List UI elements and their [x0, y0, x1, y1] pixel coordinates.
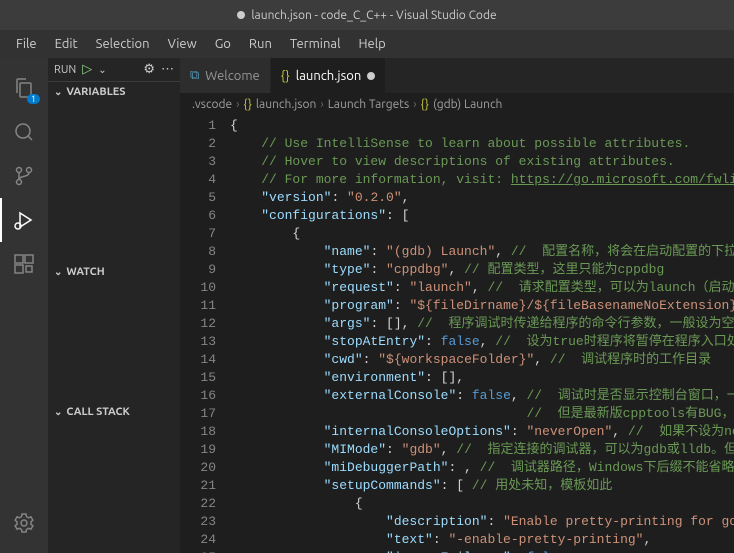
- explorer-badge: 1: [27, 94, 40, 104]
- tab-welcome-label: Welcome: [205, 69, 259, 83]
- bc-file[interactable]: launch.json: [256, 98, 316, 111]
- title-bar: launch.json - code_C_C++ - Visual Studio…: [0, 0, 734, 30]
- variables-label: VARIABLES: [66, 86, 125, 98]
- menu-bar: File Edit Selection View Go Run Terminal…: [0, 30, 734, 58]
- json-icon: {}: [421, 98, 429, 111]
- menu-terminal[interactable]: Terminal: [282, 35, 349, 53]
- json-icon: {}: [244, 98, 252, 111]
- chevron-down-icon: ⌄: [54, 406, 62, 418]
- explorer-icon[interactable]: 1: [0, 66, 48, 110]
- source-control-icon[interactable]: [0, 154, 48, 198]
- editor-area: ⧉ Welcome {} launch.json .vscode› {} lau…: [180, 58, 734, 553]
- debug-sidebar: RUN ▷ ⌄ ⚙ ⋯ ⌄ VARIABLES ⌄ WATCH ⌄ CALL STAC…: [48, 58, 180, 553]
- bc-folder[interactable]: .vscode: [192, 98, 232, 111]
- main-layout: 1 RUN ▷ ⌄ ⚙ ⋯ ⌄VARIABLES ⌄WATCH ⌄C: [0, 58, 734, 553]
- run-label: RUN: [54, 64, 76, 76]
- gear-small-icon[interactable]: ⚙: [143, 62, 155, 77]
- more-icon[interactable]: ⋯: [161, 62, 174, 77]
- section-callstack[interactable]: ⌄ CALL STACK: [48, 402, 180, 422]
- menu-go[interactable]: Go: [207, 35, 239, 53]
- dirty-dot-icon: [237, 11, 245, 19]
- settings-gear-icon[interactable]: [0, 501, 48, 545]
- section-variables[interactable]: ⌄ VARIABLES: [48, 82, 180, 102]
- dirty-indicator-icon: [367, 72, 375, 80]
- code-content[interactable]: { // Use IntelliSense to learn about pos…: [230, 115, 734, 553]
- menu-file[interactable]: File: [8, 35, 45, 53]
- search-icon[interactable]: [0, 110, 48, 154]
- menu-view[interactable]: View: [160, 35, 205, 53]
- vscode-icon: ⧉: [190, 68, 199, 83]
- breadcrumb[interactable]: .vscode› {} launch.json› Launch Targets›…: [180, 93, 734, 115]
- tab-welcome[interactable]: ⧉ Welcome: [180, 58, 271, 93]
- window-title: launch.json - code_C_C++ - Visual Studio…: [251, 9, 496, 22]
- run-debug-icon[interactable]: [0, 198, 48, 242]
- menu-selection[interactable]: Selection: [88, 35, 158, 53]
- line-gutter: 1234567891011121314151617181920212223242…: [180, 115, 230, 553]
- run-toolbar: RUN ▷ ⌄ ⚙ ⋯: [48, 58, 180, 82]
- json-icon: {}: [281, 69, 290, 83]
- config-dropdown-icon[interactable]: ⌄: [98, 64, 106, 76]
- play-icon[interactable]: ▷: [82, 62, 92, 77]
- menu-help[interactable]: Help: [350, 35, 393, 53]
- watch-label: WATCH: [66, 266, 104, 278]
- extensions-icon[interactable]: [0, 242, 48, 286]
- tab-bar: ⧉ Welcome {} launch.json: [180, 58, 734, 93]
- bc-target[interactable]: (gdb) Launch: [433, 98, 502, 111]
- section-watch[interactable]: ⌄ WATCH: [48, 262, 180, 282]
- menu-run[interactable]: Run: [241, 35, 280, 53]
- chevron-down-icon: ⌄: [54, 86, 62, 98]
- chevron-down-icon: ⌄: [54, 266, 62, 278]
- menu-edit[interactable]: Edit: [47, 35, 86, 53]
- bc-section[interactable]: Launch Targets: [328, 98, 410, 111]
- tab-launch-json[interactable]: {} launch.json: [271, 58, 387, 93]
- callstack-label: CALL STACK: [66, 406, 129, 418]
- code-editor[interactable]: 1234567891011121314151617181920212223242…: [180, 115, 734, 553]
- activity-bar: 1: [0, 58, 48, 553]
- tab-launch-label: launch.json: [296, 69, 361, 83]
